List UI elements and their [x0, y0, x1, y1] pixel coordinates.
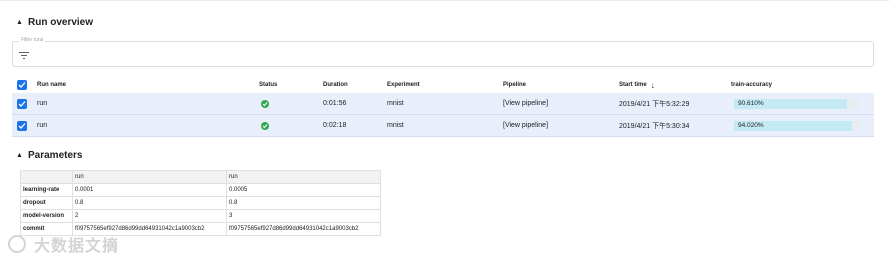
- metric-bar: 90.610%: [734, 98, 859, 109]
- check-icon: [18, 122, 26, 129]
- parameter-value: 0.8: [72, 196, 227, 210]
- success-check-icon: [261, 99, 269, 108]
- run-overview-title: Run overview: [28, 16, 94, 28]
- parameter-value: 0.0001: [72, 183, 227, 197]
- run-overview-header[interactable]: ▲ Run overview: [16, 15, 93, 29]
- filter-runs-label: Filter runs: [19, 37, 46, 43]
- parameter-value: 0.0005: [226, 183, 381, 197]
- parameter-key: dropout: [20, 196, 73, 210]
- parameter-value: f09757565ef927d86d99dd64931042c1a9003cb2: [226, 222, 381, 236]
- parameter-row: learning-rate 0.0001 0.0005: [20, 183, 381, 197]
- table-row[interactable]: run 0:02:18 mnist [View pipeline] 2019/4/21 …: [12, 115, 874, 137]
- metric-bar: 94.020%: [734, 120, 859, 131]
- parameters-header-row: run run: [20, 170, 381, 184]
- parameter-row: dropout 0.8 0.8: [20, 196, 381, 210]
- row-checkbox[interactable]: [17, 93, 27, 114]
- experiment-cell: mnist: [387, 122, 404, 129]
- col-experiment[interactable]: Experiment: [387, 77, 420, 93]
- parameters-header[interactable]: ▲ Parameters: [16, 148, 82, 162]
- pipeline-link[interactable]: [View pipeline]: [503, 115, 548, 136]
- col-start-time-label: Start time: [619, 82, 647, 88]
- parameter-value: 2: [72, 209, 227, 223]
- watermark-logo-icon: [8, 235, 26, 253]
- pipeline-link[interactable]: [View pipeline]: [503, 93, 548, 114]
- parameter-key: model-version: [20, 209, 73, 223]
- col-duration[interactable]: Duration: [323, 77, 348, 93]
- parameter-value: 3: [226, 209, 381, 223]
- start-time-cell: 2019/4/21 下午5:32:29: [619, 100, 690, 108]
- col-train-accuracy[interactable]: train-accuracy: [731, 77, 772, 93]
- check-icon: [18, 100, 26, 107]
- duration-cell: 0:01:56: [323, 100, 347, 107]
- runs-table-header: Run name Status Duration Experiment Pipe…: [12, 77, 874, 93]
- watermark: 大数据文摘: [8, 232, 119, 256]
- collapse-caret-icon[interactable]: ▲: [16, 19, 28, 26]
- parameter-row: model-version 2 3: [20, 209, 381, 223]
- parameters-corner-cell: [20, 170, 73, 184]
- watermark-text: 大数据文摘: [34, 238, 120, 255]
- metric-value: 90.610%: [738, 100, 764, 107]
- col-start-time[interactable]: Start time ↓: [619, 77, 655, 93]
- filter-list-icon: [19, 52, 29, 59]
- col-run-name[interactable]: Run name: [37, 77, 66, 93]
- runs-table: Run name Status Duration Experiment Pipe…: [12, 77, 874, 137]
- filter-runs-input[interactable]: Filter runs: [12, 37, 874, 67]
- sort-arrow-down-icon: ↓: [650, 80, 655, 90]
- parameter-value: 0.8: [226, 196, 381, 210]
- table-row[interactable]: run 0:01:56 mnist [View pipeline] 2019/4/21 …: [12, 93, 874, 115]
- status-cell: [261, 93, 269, 114]
- parameters-title: Parameters: [28, 149, 83, 161]
- status-cell: [261, 115, 269, 136]
- parameters-table: run run learning-rate 0.0001 0.0005 dropout 0.…: [20, 170, 381, 236]
- col-status[interactable]: Status: [259, 77, 277, 93]
- parameter-key: learning-rate: [20, 183, 73, 197]
- duration-cell: 0:02:18: [323, 122, 347, 129]
- parameters-run-header: run: [72, 170, 227, 184]
- metric-cell: 94.020%: [734, 115, 859, 136]
- metric-cell: 90.610%: [734, 93, 859, 114]
- parameters-run-header: run: [226, 170, 381, 184]
- success-check-icon: [261, 121, 269, 130]
- run-name-cell: run: [37, 122, 48, 129]
- collapse-caret-icon[interactable]: ▲: [16, 152, 28, 159]
- check-icon: [18, 82, 26, 88]
- metric-value: 94.020%: [738, 122, 764, 129]
- select-all-checkbox[interactable]: [17, 77, 27, 93]
- experiment-cell: mnist: [387, 100, 404, 107]
- row-checkbox[interactable]: [17, 115, 27, 136]
- col-pipeline[interactable]: Pipeline: [503, 77, 526, 93]
- start-time-cell: 2019/4/21 下午5:30:34: [619, 122, 690, 130]
- top-divider: [0, 0, 889, 1]
- run-name-cell: run: [37, 100, 48, 107]
